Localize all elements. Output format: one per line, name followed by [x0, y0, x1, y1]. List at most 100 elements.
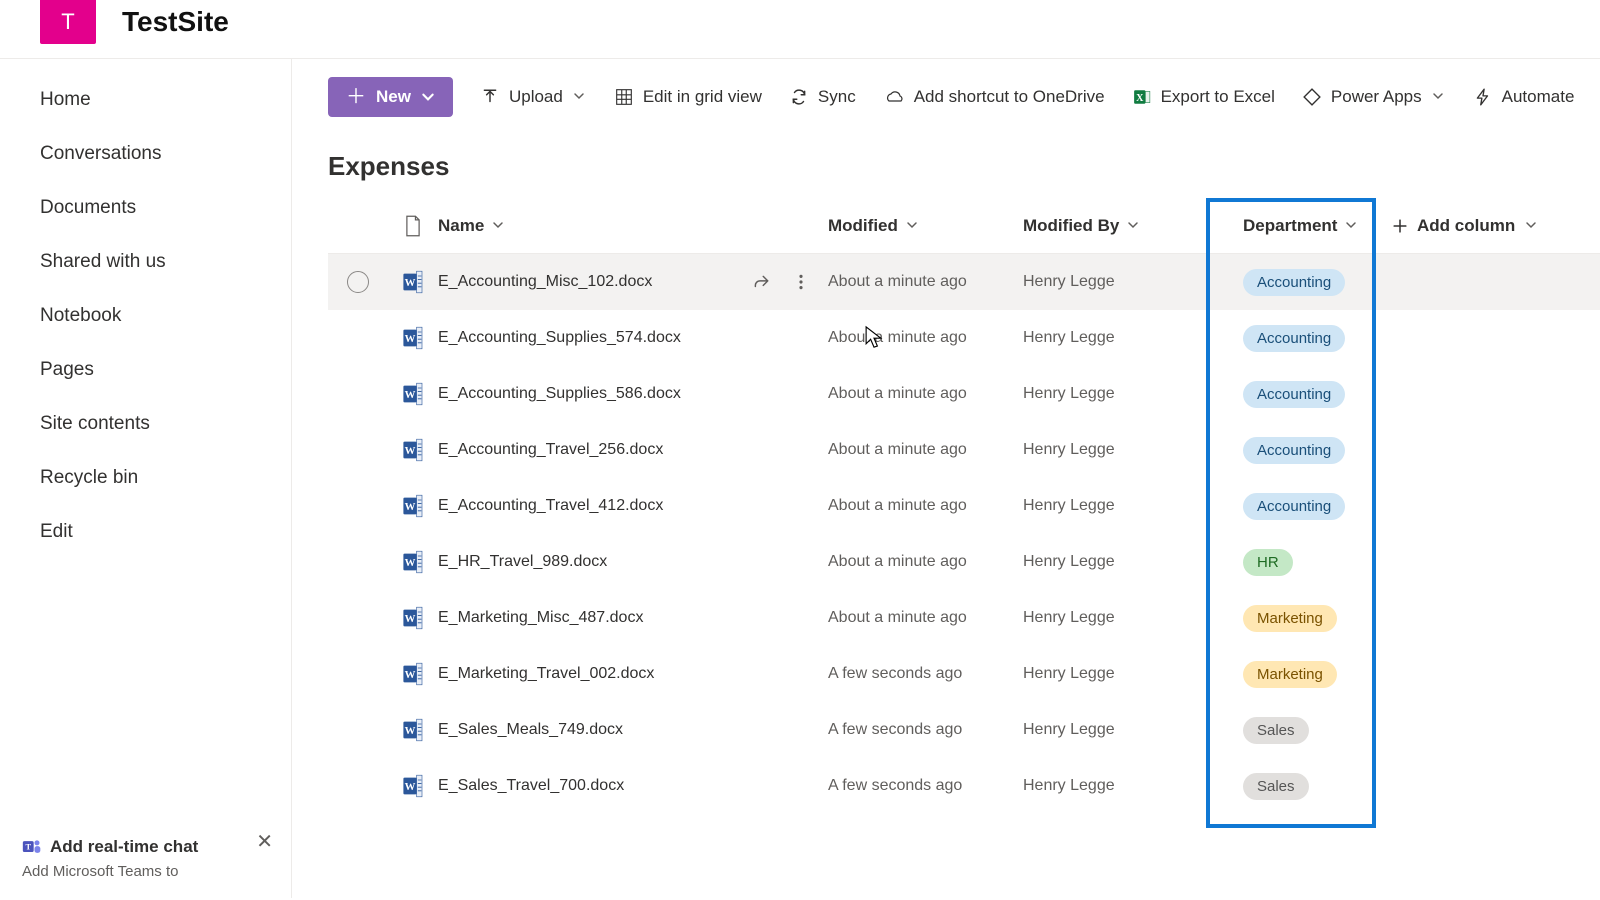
- svg-text:W: W: [405, 333, 416, 345]
- power-apps-icon: [1303, 88, 1321, 106]
- svg-text:X: X: [1136, 93, 1144, 104]
- file-name[interactable]: E_Accounting_Travel_412.docx: [438, 497, 663, 515]
- add-column-label: Add column: [1417, 216, 1515, 236]
- file-name[interactable]: E_Accounting_Supplies_574.docx: [438, 329, 681, 347]
- grid-icon: [615, 88, 633, 106]
- svg-text:W: W: [405, 389, 416, 401]
- sidebar-item-shared[interactable]: Shared with us: [0, 235, 291, 289]
- chat-card-subtitle: Add Microsoft Teams to: [22, 863, 269, 880]
- site-logo-tile[interactable]: T: [40, 0, 96, 44]
- upload-icon: [481, 88, 499, 106]
- edit-grid-button[interactable]: Edit in grid view: [615, 87, 762, 107]
- list-title: Expenses: [292, 129, 1600, 198]
- site-title: TestSite: [122, 6, 229, 38]
- column-header-department[interactable]: Department: [1223, 216, 1393, 236]
- sidebar-item-home[interactable]: Home: [0, 73, 291, 127]
- chevron-down-icon: [1127, 219, 1141, 233]
- table-row[interactable]: W E_Marketing_Misc_487.docx About a minu…: [328, 590, 1600, 646]
- file-name[interactable]: E_Accounting_Misc_102.docx: [438, 273, 652, 291]
- sync-icon: [790, 88, 808, 106]
- modified-by-cell: Henry Legge: [1023, 441, 1223, 459]
- svg-text:W: W: [405, 613, 416, 625]
- sidebar: Home Conversations Documents Shared with…: [0, 59, 292, 898]
- file-type-icon: [404, 215, 422, 237]
- department-pill[interactable]: Accounting: [1243, 493, 1345, 520]
- automate-label: Automate: [1502, 87, 1575, 107]
- file-name[interactable]: E_HR_Travel_989.docx: [438, 553, 607, 571]
- sync-button[interactable]: Sync: [790, 87, 856, 107]
- select-circle[interactable]: [347, 271, 369, 293]
- power-apps-label: Power Apps: [1331, 87, 1422, 107]
- modified-by-cell: Henry Legge: [1023, 609, 1223, 627]
- add-shortcut-button[interactable]: Add shortcut to OneDrive: [884, 87, 1105, 107]
- svg-text:W: W: [405, 501, 416, 513]
- word-doc-icon: W: [403, 718, 423, 742]
- sidebar-item-conversations[interactable]: Conversations: [0, 127, 291, 181]
- table-row[interactable]: W E_Accounting_Supplies_574.docx About a…: [328, 310, 1600, 366]
- department-pill[interactable]: Sales: [1243, 773, 1309, 800]
- file-name[interactable]: E_Accounting_Supplies_586.docx: [438, 385, 681, 403]
- department-pill[interactable]: Sales: [1243, 717, 1309, 744]
- close-icon[interactable]: ✕: [256, 829, 273, 854]
- modified-by-cell: Henry Legge: [1023, 553, 1223, 571]
- upload-label: Upload: [509, 87, 563, 107]
- table-row[interactable]: W E_HR_Travel_989.docx About a minute ag…: [328, 534, 1600, 590]
- file-name[interactable]: E_Sales_Travel_700.docx: [438, 777, 624, 795]
- sidebar-item-pages[interactable]: Pages: [0, 343, 291, 397]
- share-icon[interactable]: [752, 273, 770, 291]
- word-doc-icon: W: [403, 438, 423, 462]
- word-doc-icon: W: [403, 494, 423, 518]
- file-name[interactable]: E_Accounting_Travel_256.docx: [438, 441, 663, 459]
- department-pill[interactable]: Accounting: [1243, 269, 1345, 296]
- table-row[interactable]: W E_Marketing_Travel_002.docx A few seco…: [328, 646, 1600, 702]
- table-row[interactable]: W E_Accounting_Travel_256.docx About a m…: [328, 422, 1600, 478]
- column-header-modified-by[interactable]: Modified By: [1023, 216, 1223, 236]
- upload-button[interactable]: Upload: [481, 87, 587, 107]
- modified-cell: About a minute ago: [828, 553, 1023, 571]
- chevron-down-icon: [906, 219, 920, 233]
- column-header-modified[interactable]: Modified: [828, 216, 1023, 236]
- more-actions-icon[interactable]: [792, 273, 810, 291]
- chat-card-title: Add real-time chat: [50, 837, 198, 857]
- department-pill[interactable]: HR: [1243, 549, 1293, 576]
- modified-cell: A few seconds ago: [828, 721, 1023, 739]
- sidebar-item-site-contents[interactable]: Site contents: [0, 397, 291, 451]
- modified-by-cell: Henry Legge: [1023, 329, 1223, 347]
- modified-cell: A few seconds ago: [828, 665, 1023, 683]
- file-name[interactable]: E_Sales_Meals_749.docx: [438, 721, 623, 739]
- sidebar-item-recycle-bin[interactable]: Recycle bin: [0, 451, 291, 505]
- sidebar-item-documents[interactable]: Documents: [0, 181, 291, 235]
- word-doc-icon: W: [403, 270, 423, 294]
- modified-by-cell: Henry Legge: [1023, 497, 1223, 515]
- table-row[interactable]: W E_Sales_Travel_700.docx A few seconds …: [328, 758, 1600, 814]
- department-pill[interactable]: Accounting: [1243, 437, 1345, 464]
- chevron-down-icon: [573, 90, 587, 104]
- department-pill[interactable]: Marketing: [1243, 605, 1337, 632]
- new-button[interactable]: ＋ New: [328, 77, 453, 117]
- file-name[interactable]: E_Marketing_Travel_002.docx: [438, 665, 654, 683]
- modified-by-cell: Henry Legge: [1023, 665, 1223, 683]
- table-row[interactable]: W E_Accounting_Supplies_586.docx About a…: [328, 366, 1600, 422]
- column-header-name[interactable]: Name: [438, 216, 828, 236]
- power-apps-button[interactable]: Power Apps: [1303, 87, 1446, 107]
- table-row[interactable]: W E_Sales_Meals_749.docx A few seconds a…: [328, 702, 1600, 758]
- modified-by-cell: Henry Legge: [1023, 385, 1223, 403]
- column-header-row: Name Modified Modified By Department: [328, 198, 1600, 254]
- sidebar-item-notebook[interactable]: Notebook: [0, 289, 291, 343]
- svg-text:T: T: [25, 843, 31, 852]
- export-excel-button[interactable]: X Export to Excel: [1133, 87, 1275, 107]
- automate-button[interactable]: Automate: [1474, 87, 1575, 107]
- add-column-button[interactable]: Add column: [1393, 216, 1593, 236]
- sidebar-item-edit[interactable]: Edit: [0, 505, 291, 559]
- modified-cell: About a minute ago: [828, 385, 1023, 403]
- word-doc-icon: W: [403, 326, 423, 350]
- department-pill[interactable]: Accounting: [1243, 325, 1345, 352]
- department-pill[interactable]: Accounting: [1243, 381, 1345, 408]
- svg-text:W: W: [405, 445, 416, 457]
- column-header-modified-label: Modified: [828, 216, 898, 236]
- table-row[interactable]: W E_Accounting_Travel_412.docx About a m…: [328, 478, 1600, 534]
- department-pill[interactable]: Marketing: [1243, 661, 1337, 688]
- svg-text:W: W: [405, 781, 416, 793]
- file-name[interactable]: E_Marketing_Misc_487.docx: [438, 609, 643, 627]
- table-row[interactable]: W E_Accounting_Misc_102.docx About a min…: [328, 254, 1600, 310]
